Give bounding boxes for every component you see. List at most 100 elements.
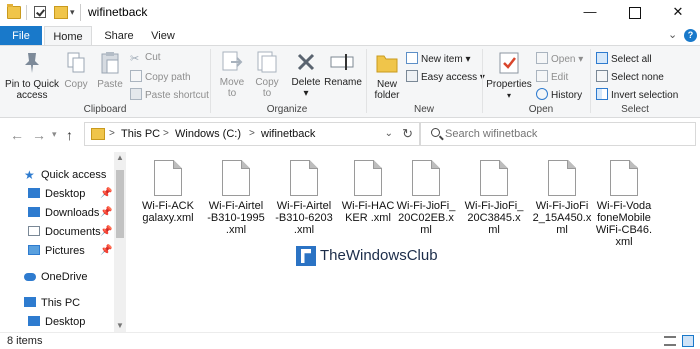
pin-to-quick-access-button[interactable]: Pin to Quick access	[4, 50, 60, 101]
paste-shortcut-label: Paste shortcut	[145, 90, 209, 101]
pin-icon	[25, 53, 39, 73]
new-folder-quick-icon[interactable]	[54, 6, 68, 19]
properties-button[interactable]: Properties ▾	[486, 50, 532, 101]
help-icon[interactable]: ?	[684, 29, 697, 42]
search-box[interactable]	[420, 122, 696, 146]
nav-this-pc[interactable]: This PC	[24, 294, 80, 312]
rename-button[interactable]: Rename	[324, 50, 362, 88]
file-item[interactable]: Wi-Fi-JioFi 2_15A450.x ml	[528, 156, 596, 236]
open-button[interactable]: Open ▾	[536, 52, 583, 65]
group-divider	[366, 49, 367, 113]
large-icons-view-icon[interactable]	[682, 335, 694, 347]
pin-icon[interactable]: 📌	[100, 226, 112, 237]
select-all-button[interactable]: Select all	[596, 52, 652, 65]
nav-scroll-thumb[interactable]	[116, 170, 124, 238]
rename-icon	[330, 54, 354, 70]
tab-home[interactable]: Home	[44, 26, 92, 46]
title-divider	[80, 4, 81, 21]
forward-arrow-icon[interactable]: →	[32, 127, 46, 143]
nav-this-pc-desktop[interactable]: Desktop	[28, 313, 85, 331]
easy-access-icon	[406, 70, 418, 82]
copy-to-button[interactable]: Copy to	[252, 50, 282, 99]
file-name: Wi-Fi-Airtel -B310-6203 .xml	[275, 200, 333, 236]
recent-locations-chevron-icon[interactable]: ▾	[52, 129, 57, 140]
new-item-button[interactable]: New item ▾	[406, 52, 471, 65]
refresh-icon[interactable]: ↻	[402, 126, 413, 142]
file-name: Wi-Fi-JioFi_ 20C3845.x ml	[464, 200, 524, 236]
copy-button[interactable]: Copy	[62, 50, 90, 90]
customize-quick-access-chevron-icon[interactable]: ▾	[70, 7, 75, 18]
new-group-label: New	[413, 104, 434, 115]
nav-downloads[interactable]: Downloads	[28, 204, 99, 222]
back-arrow-icon[interactable]: ←	[10, 127, 24, 143]
copy-label: Copy	[64, 79, 88, 90]
nav-label: This PC	[41, 297, 81, 309]
pin-icon[interactable]: 📌	[100, 207, 112, 218]
file-item[interactable]: Wi-Fi-ACK galaxy.xml	[134, 156, 202, 224]
tab-file[interactable]: File	[0, 26, 42, 46]
delete-x-icon	[297, 53, 315, 71]
nav-desktop[interactable]: Desktop	[28, 185, 85, 203]
move-to-icon	[222, 51, 243, 71]
address-dropdown-icon[interactable]: ⌄	[385, 128, 393, 139]
tab-share[interactable]: Share	[96, 26, 142, 46]
copy-to-label: Copy to	[255, 77, 279, 99]
breadcrumb-windows-c[interactable]: Windows (C:)	[175, 128, 241, 140]
nav-documents[interactable]: Documents	[28, 223, 101, 241]
up-arrow-icon[interactable]: ↑	[66, 127, 73, 143]
nav-onedrive[interactable]: OneDrive	[24, 268, 87, 286]
paste-shortcut-button[interactable]: Paste shortcut	[130, 88, 209, 101]
minimize-button[interactable]: —	[568, 0, 612, 24]
nav-pictures[interactable]: Pictures	[28, 242, 85, 260]
pin-icon[interactable]: 📌	[100, 245, 112, 256]
close-button[interactable]: ✕	[656, 0, 700, 24]
delete-button[interactable]: Delete ▾	[288, 50, 324, 99]
select-none-button[interactable]: Select none	[596, 70, 664, 83]
details-view-icon[interactable]	[664, 336, 676, 346]
tab-view[interactable]: View	[142, 26, 184, 46]
breadcrumb-wifinetback[interactable]: wifinetback	[261, 128, 315, 140]
ribbon-collapse-chevron-icon[interactable]: ⌄	[668, 28, 677, 41]
breadcrumb-this-pc[interactable]: This PC	[121, 128, 160, 140]
move-to-button[interactable]: Move to	[214, 50, 250, 99]
properties-dropdown-icon[interactable]: ▾	[486, 90, 532, 101]
open-icon	[536, 52, 548, 64]
xml-file-icon	[354, 160, 382, 196]
edit-button[interactable]: Edit	[536, 70, 568, 83]
maximize-button[interactable]	[612, 0, 656, 24]
paste-button[interactable]: Paste	[94, 50, 126, 90]
clipboard-group-label: Clipboard	[83, 104, 127, 115]
nav-quick-access[interactable]: ★ Quick access	[24, 166, 106, 184]
search-input[interactable]	[445, 126, 689, 142]
xml-file-icon	[154, 160, 182, 196]
easy-access-button[interactable]: Easy access ▾	[406, 70, 485, 83]
file-item[interactable]: Wi-Fi-JioFi_ 20C02EB.x ml	[392, 156, 460, 236]
history-button[interactable]: History	[536, 88, 582, 101]
file-item[interactable]: Wi-Fi-Voda foneMobile WiFi-CB46. xml	[590, 156, 658, 248]
file-name: Wi-Fi-JioFi 2_15A450.x ml	[532, 200, 592, 236]
file-name: Wi-Fi-Voda foneMobile WiFi-CB46. xml	[595, 200, 653, 248]
new-folder-button[interactable]: New folder	[370, 50, 404, 101]
pictures-icon	[28, 245, 40, 255]
nav-label: Documents	[45, 226, 101, 238]
address-bar[interactable]: > This PC > Windows (C:) > wifinetback ⌄…	[84, 122, 420, 146]
address-row: ← → ▾ ↑ > This PC > Windows (C:) > wifin…	[0, 118, 700, 151]
status-bar: 8 items	[0, 332, 700, 349]
file-item[interactable]: Wi-Fi-JioFi_ 20C3845.x ml	[460, 156, 528, 236]
xml-file-icon	[412, 160, 440, 196]
select-group-label: Select	[621, 104, 649, 115]
select-none-label: Select none	[611, 72, 664, 83]
scroll-up-arrow-icon[interactable]: ▲	[116, 153, 124, 162]
nav-label: Pictures	[45, 245, 85, 257]
file-item[interactable]: Wi-Fi-Airtel -B310-1995 .xml	[202, 156, 270, 236]
cut-button[interactable]: ✂ Cut	[130, 52, 161, 65]
nav-label: OneDrive	[41, 271, 88, 283]
properties-check-icon[interactable]	[34, 6, 46, 18]
scroll-down-arrow-icon[interactable]: ▼	[116, 321, 124, 330]
pin-icon[interactable]: 📌	[100, 188, 112, 199]
copy-path-button[interactable]: Copy path	[130, 70, 191, 83]
invert-selection-button[interactable]: Invert selection	[596, 88, 678, 101]
file-item[interactable]: Wi-Fi-Airtel -B310-6203 .xml	[270, 156, 338, 236]
window-title: wifinetback	[88, 5, 148, 19]
delete-label: Delete ▾	[291, 77, 321, 99]
